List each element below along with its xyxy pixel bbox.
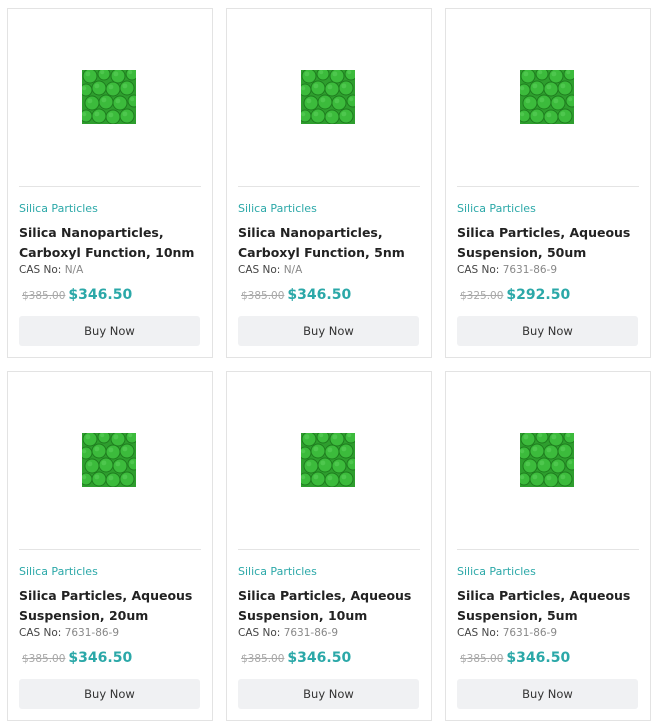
cas-number: CAS No: 7631-86-9 (238, 627, 338, 639)
product-card[interactable]: Silica Particles Silica Nanoparticles, C… (7, 8, 213, 358)
cas-label: CAS No: (238, 264, 281, 276)
card-divider (457, 186, 639, 187)
cas-value: 7631-86-9 (283, 627, 339, 639)
product-image[interactable] (82, 433, 136, 487)
card-divider (238, 549, 420, 550)
product-title-link[interactable]: Silica Particles, Aqueous Suspension, 50… (457, 223, 643, 263)
product-image[interactable] (82, 70, 136, 124)
old-price: $385.00 (22, 290, 66, 302)
buy-now-button[interactable]: Buy Now (19, 679, 200, 709)
old-price: $385.00 (22, 653, 66, 665)
product-card[interactable]: Silica Particles Silica Particles, Aqueo… (226, 371, 432, 721)
sale-price: $346.50 (506, 650, 571, 666)
cas-number: CAS No: N/A (238, 264, 302, 276)
product-image[interactable] (301, 433, 355, 487)
product-category-link[interactable]: Silica Particles (238, 202, 317, 215)
card-divider (19, 186, 201, 187)
product-image[interactable] (520, 433, 574, 487)
price-block: $385.00 $346.50 (238, 284, 351, 303)
cas-label: CAS No: (19, 264, 62, 276)
buy-now-button[interactable]: Buy Now (238, 679, 419, 709)
cas-number: CAS No: 7631-86-9 (457, 627, 557, 639)
buy-now-button[interactable]: Buy Now (19, 316, 200, 346)
buy-now-button[interactable]: Buy Now (238, 316, 419, 346)
cas-number: CAS No: 7631-86-9 (457, 264, 557, 276)
price-block: $385.00 $346.50 (19, 647, 132, 666)
product-title-link[interactable]: Silica Particles, Aqueous Suspension, 10… (238, 586, 424, 626)
card-divider (238, 186, 420, 187)
buy-now-button[interactable]: Buy Now (457, 679, 638, 709)
product-title-link[interactable]: Silica Nanoparticles, Carboxyl Function,… (238, 223, 424, 263)
sale-price: $346.50 (68, 287, 133, 303)
card-divider (19, 549, 201, 550)
cas-value: N/A (283, 264, 303, 276)
sale-price: $346.50 (287, 287, 352, 303)
old-price: $385.00 (241, 290, 285, 302)
product-category-link[interactable]: Silica Particles (457, 202, 536, 215)
product-image[interactable] (301, 70, 355, 124)
cas-value: 7631-86-9 (502, 264, 558, 276)
product-category-link[interactable]: Silica Particles (457, 565, 536, 578)
cas-value: N/A (64, 264, 84, 276)
product-category-link[interactable]: Silica Particles (238, 565, 317, 578)
sale-price: $346.50 (68, 650, 133, 666)
old-price: $385.00 (460, 653, 504, 665)
product-image[interactable] (520, 70, 574, 124)
price-block: $385.00 $346.50 (238, 647, 351, 666)
price-block: $325.00 $292.50 (457, 284, 570, 303)
product-card[interactable]: Silica Particles Silica Particles, Aqueo… (445, 371, 651, 721)
old-price: $385.00 (241, 653, 285, 665)
product-card[interactable]: Silica Particles Silica Particles, Aqueo… (445, 8, 651, 358)
product-title-link[interactable]: Silica Nanoparticles, Carboxyl Function,… (19, 223, 205, 263)
card-divider (457, 549, 639, 550)
cas-label: CAS No: (238, 627, 281, 639)
product-category-link[interactable]: Silica Particles (19, 202, 98, 215)
cas-label: CAS No: (457, 264, 500, 276)
cas-label: CAS No: (457, 627, 500, 639)
product-title-link[interactable]: Silica Particles, Aqueous Suspension, 5u… (457, 586, 643, 626)
cas-number: CAS No: 7631-86-9 (19, 627, 119, 639)
cas-number: CAS No: N/A (19, 264, 83, 276)
price-block: $385.00 $346.50 (19, 284, 132, 303)
cas-label: CAS No: (19, 627, 62, 639)
product-title-link[interactable]: Silica Particles, Aqueous Suspension, 20… (19, 586, 205, 626)
buy-now-button[interactable]: Buy Now (457, 316, 638, 346)
price-block: $385.00 $346.50 (457, 647, 570, 666)
old-price: $325.00 (460, 290, 504, 302)
product-category-link[interactable]: Silica Particles (19, 565, 98, 578)
sale-price: $292.50 (506, 287, 571, 303)
product-card[interactable]: Silica Particles Silica Nanoparticles, C… (226, 8, 432, 358)
sale-price: $346.50 (287, 650, 352, 666)
product-grid: Silica Particles Silica Nanoparticles, C… (7, 8, 651, 721)
cas-value: 7631-86-9 (64, 627, 120, 639)
cas-value: 7631-86-9 (502, 627, 558, 639)
product-card[interactable]: Silica Particles Silica Particles, Aqueo… (7, 371, 213, 721)
